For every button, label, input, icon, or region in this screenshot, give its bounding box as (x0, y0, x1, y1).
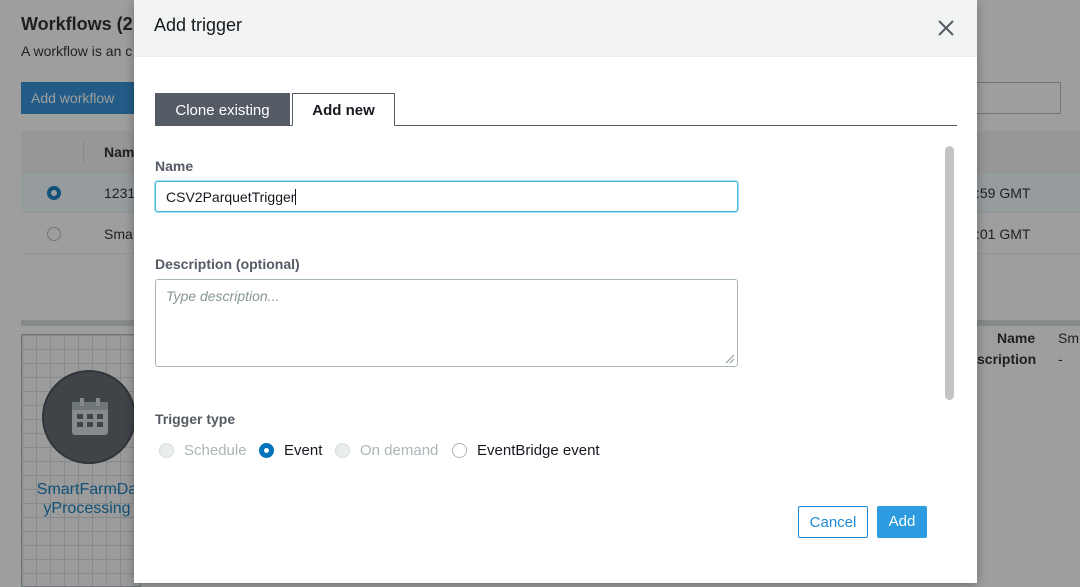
radio-event-label: Event (284, 442, 323, 459)
resize-handle-icon[interactable] (723, 352, 735, 364)
name-input-value: CSV2ParquetTrigger (166, 189, 296, 205)
tab-add-new[interactable]: Add new (292, 93, 395, 126)
description-label: Description (optional) (155, 256, 300, 272)
scrollbar-thumb[interactable] (945, 146, 954, 400)
dialog-header: Add trigger (134, 0, 977, 57)
trigger-type-label: Trigger type (155, 411, 236, 427)
description-placeholder: Type description... (166, 288, 280, 304)
radio-schedule[interactable] (159, 443, 174, 458)
trigger-tabs: Clone existing Add new (155, 93, 957, 126)
text-caret (295, 189, 297, 205)
name-label: Name (155, 158, 194, 174)
radio-eventbridge-label: EventBridge event (477, 442, 600, 459)
close-icon[interactable] (934, 16, 958, 40)
radio-eventbridge[interactable] (452, 443, 467, 458)
radio-event[interactable] (259, 443, 274, 458)
name-input[interactable]: CSV2ParquetTrigger (155, 181, 738, 212)
add-button[interactable]: Add (877, 506, 927, 538)
radio-on-demand-label: On demand (360, 442, 439, 459)
radio-on-demand[interactable] (335, 443, 350, 458)
add-trigger-dialog: Add trigger Clone existing Add new Name … (134, 0, 977, 583)
cancel-button[interactable]: Cancel (798, 506, 868, 538)
tab-clone-existing[interactable]: Clone existing (155, 93, 290, 126)
description-textarea[interactable]: Type description... (155, 279, 738, 367)
dialog-title: Add trigger (154, 15, 243, 35)
radio-schedule-label: Schedule (184, 442, 247, 459)
